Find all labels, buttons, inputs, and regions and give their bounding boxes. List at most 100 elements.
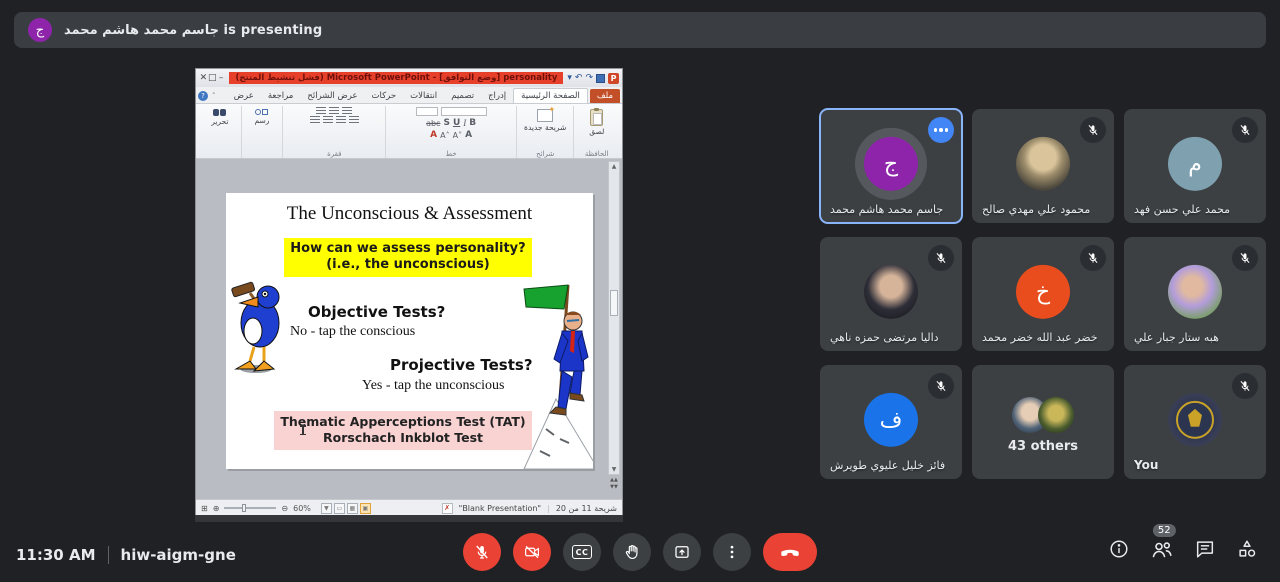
google-meet-window: ج جاسم محمد هاشم محمد is presenting ✕ □ … xyxy=(0,0,1280,582)
maximize-icon: □ xyxy=(208,73,217,83)
presentation-file-name: "Blank Presentation" xyxy=(459,504,541,513)
captions-icon: CC xyxy=(572,545,593,559)
tile-options-button[interactable] xyxy=(928,117,954,143)
presenter-avatar-letter: ج xyxy=(36,23,44,38)
camera-toggle-button[interactable] xyxy=(513,533,551,571)
avatar: ف xyxy=(864,393,918,447)
ppt-quick-access-toolbar: ▾ ↶ ↷ P xyxy=(567,73,619,84)
strikethrough-icon: abc xyxy=(426,119,440,128)
participant-name: جاسم محمد هاشم محمد xyxy=(830,203,943,216)
minimize-icon: – xyxy=(217,73,226,83)
mic-muted-icon xyxy=(928,373,954,399)
participant-tile[interactable]: ف فائز خليل عليوي طويرش xyxy=(820,365,962,479)
shadow-icon: S xyxy=(443,118,449,128)
dodo-bird-illustration xyxy=(226,277,294,381)
new-slide-button: شريحة جديدة xyxy=(524,107,566,132)
presenting-banner-text: جاسم محمد هاشم محمد is presenting xyxy=(64,23,322,38)
tab-home: الصفحة الرئيسية xyxy=(513,88,588,103)
undo-icon: ↶ xyxy=(575,73,583,83)
chat-button[interactable] xyxy=(1194,538,1216,564)
mic-muted-icon xyxy=(1080,117,1106,143)
ppt-slide-nav-buttons: ▲▲▼▼ xyxy=(608,477,620,497)
avatar: م xyxy=(1168,137,1222,191)
ppt-status-bar: ⊞ ⊕ ⊖ 60% ▼ ▭ ▦ ▣ شريحة 11 من 20 | "Blan… xyxy=(196,499,622,516)
raise-hand-button[interactable] xyxy=(613,533,651,571)
presenting-status-text: is presenting xyxy=(224,23,323,38)
mic-muted-icon xyxy=(1232,245,1258,271)
meeting-panels: 52 xyxy=(1108,537,1258,565)
close-icon: ✕ xyxy=(199,73,208,83)
ribbon-group-drawing: رسم xyxy=(241,106,283,158)
divider xyxy=(108,546,109,564)
mic-muted-icon xyxy=(1232,117,1258,143)
present-screen-button[interactable] xyxy=(663,533,701,571)
bold-icon: B xyxy=(469,118,476,128)
participant-tile[interactable]: محمود علي مهدي صالح xyxy=(972,109,1114,223)
bullets-icon xyxy=(342,107,352,114)
avatar-photo xyxy=(1016,137,1070,191)
slide-yellow-callout: How can we assess personality? (i.e., th… xyxy=(284,238,532,277)
participant-name: You xyxy=(1134,458,1158,472)
paste-icon xyxy=(590,109,603,126)
ppt-titlebar: ✕ □ – personality [وضع التوافق] - Micros… xyxy=(196,69,622,87)
meet-bottom-bar: 11:30 AM hiw-aigm-gne CC xyxy=(0,520,1280,582)
participant-name: داليا مرتضى حمزه ناهي xyxy=(830,331,939,344)
ppt-workspace: The Unconscious & Assessment How can we … xyxy=(196,159,622,499)
participant-tile[interactable]: خ خضر عبد الله خضر محمد xyxy=(972,237,1114,351)
find-icon xyxy=(213,109,226,116)
participant-name: فائز خليل عليوي طويرش xyxy=(830,459,945,472)
change-case-icon: A˅ xyxy=(453,131,462,140)
participant-name: هبه ستار جبار علي xyxy=(1134,331,1219,344)
participants-button[interactable]: 52 xyxy=(1150,537,1174,565)
save-icon xyxy=(596,74,605,83)
end-call-button[interactable] xyxy=(763,533,817,571)
help-icon: ? xyxy=(198,91,208,101)
slide-pink-callout: Thematic Apperceptions Test (TAT) Rorsch… xyxy=(274,411,532,450)
slide-objective-subtext: No - tap the conscious xyxy=(290,324,415,340)
normal-view-icon: ▣ xyxy=(360,503,371,514)
participant-tile-you[interactable]: You xyxy=(1124,365,1266,479)
captions-button[interactable]: CC xyxy=(563,533,601,571)
participant-tile[interactable]: هبه ستار جبار علي xyxy=(1124,237,1266,351)
meeting-info: 11:30 AM hiw-aigm-gne xyxy=(16,546,236,564)
presentation-slide: The Unconscious & Assessment How can we … xyxy=(226,193,593,469)
avatar: ج xyxy=(864,137,918,191)
align-left-icon xyxy=(323,116,333,123)
powerpoint-app-icon: P xyxy=(608,73,619,84)
slide-title: The Unconscious & Assessment xyxy=(226,203,593,225)
ppt-ribbon-tabs: ملف الصفحة الرئيسية إدراج تصميم انتقالات… xyxy=(196,87,622,104)
zoom-slider xyxy=(224,507,276,509)
meeting-details-button[interactable] xyxy=(1108,538,1130,564)
participant-tile[interactable]: م محمد علي حسن فهد xyxy=(1124,109,1266,223)
font-color-icon: A xyxy=(430,130,437,140)
participant-tile-others[interactable]: 43 others xyxy=(972,365,1114,479)
ribbon-group-slides: شريحة جديدة شرائح xyxy=(516,106,573,158)
man-with-flag-illustration xyxy=(516,279,593,469)
participant-tile[interactable]: داليا مرتضى حمزه ناهي xyxy=(820,237,962,351)
scrollbar-thumb xyxy=(610,290,618,316)
tab-design: تصميم xyxy=(444,89,481,103)
slideshow-view-icon: ▼ xyxy=(321,503,332,514)
more-options-button[interactable] xyxy=(713,533,751,571)
tab-review: مراجعة xyxy=(261,89,301,103)
mic-toggle-button[interactable] xyxy=(463,533,501,571)
indent-icon xyxy=(316,107,326,114)
slide-projective-heading: Projective Tests? xyxy=(390,356,533,374)
font-size-box xyxy=(416,107,438,116)
shared-powerpoint-window: ✕ □ – personality [وضع التوافق] - Micros… xyxy=(195,68,623,515)
zoom-in-icon: ⊕ xyxy=(213,504,220,513)
qat-dropdown-icon: ▾ xyxy=(567,73,572,83)
participant-tile-presenter[interactable]: ج جاسم محمد هاشم محمد xyxy=(820,109,962,223)
edit-button: تحرير xyxy=(211,107,228,126)
redo-icon: ↷ xyxy=(585,73,593,83)
paste-button: لصق xyxy=(589,107,604,136)
others-count-label: 43 others xyxy=(972,439,1114,454)
draw-button: رسم xyxy=(255,107,270,125)
tab-slideshow: عرض الشرائح xyxy=(300,89,364,103)
mic-muted-icon xyxy=(1232,373,1258,399)
align-center-icon xyxy=(336,116,346,123)
activities-button[interactable] xyxy=(1236,538,1258,564)
mic-muted-icon xyxy=(1080,245,1106,271)
italic-icon: I xyxy=(463,118,466,128)
avatar-photo xyxy=(864,265,918,319)
